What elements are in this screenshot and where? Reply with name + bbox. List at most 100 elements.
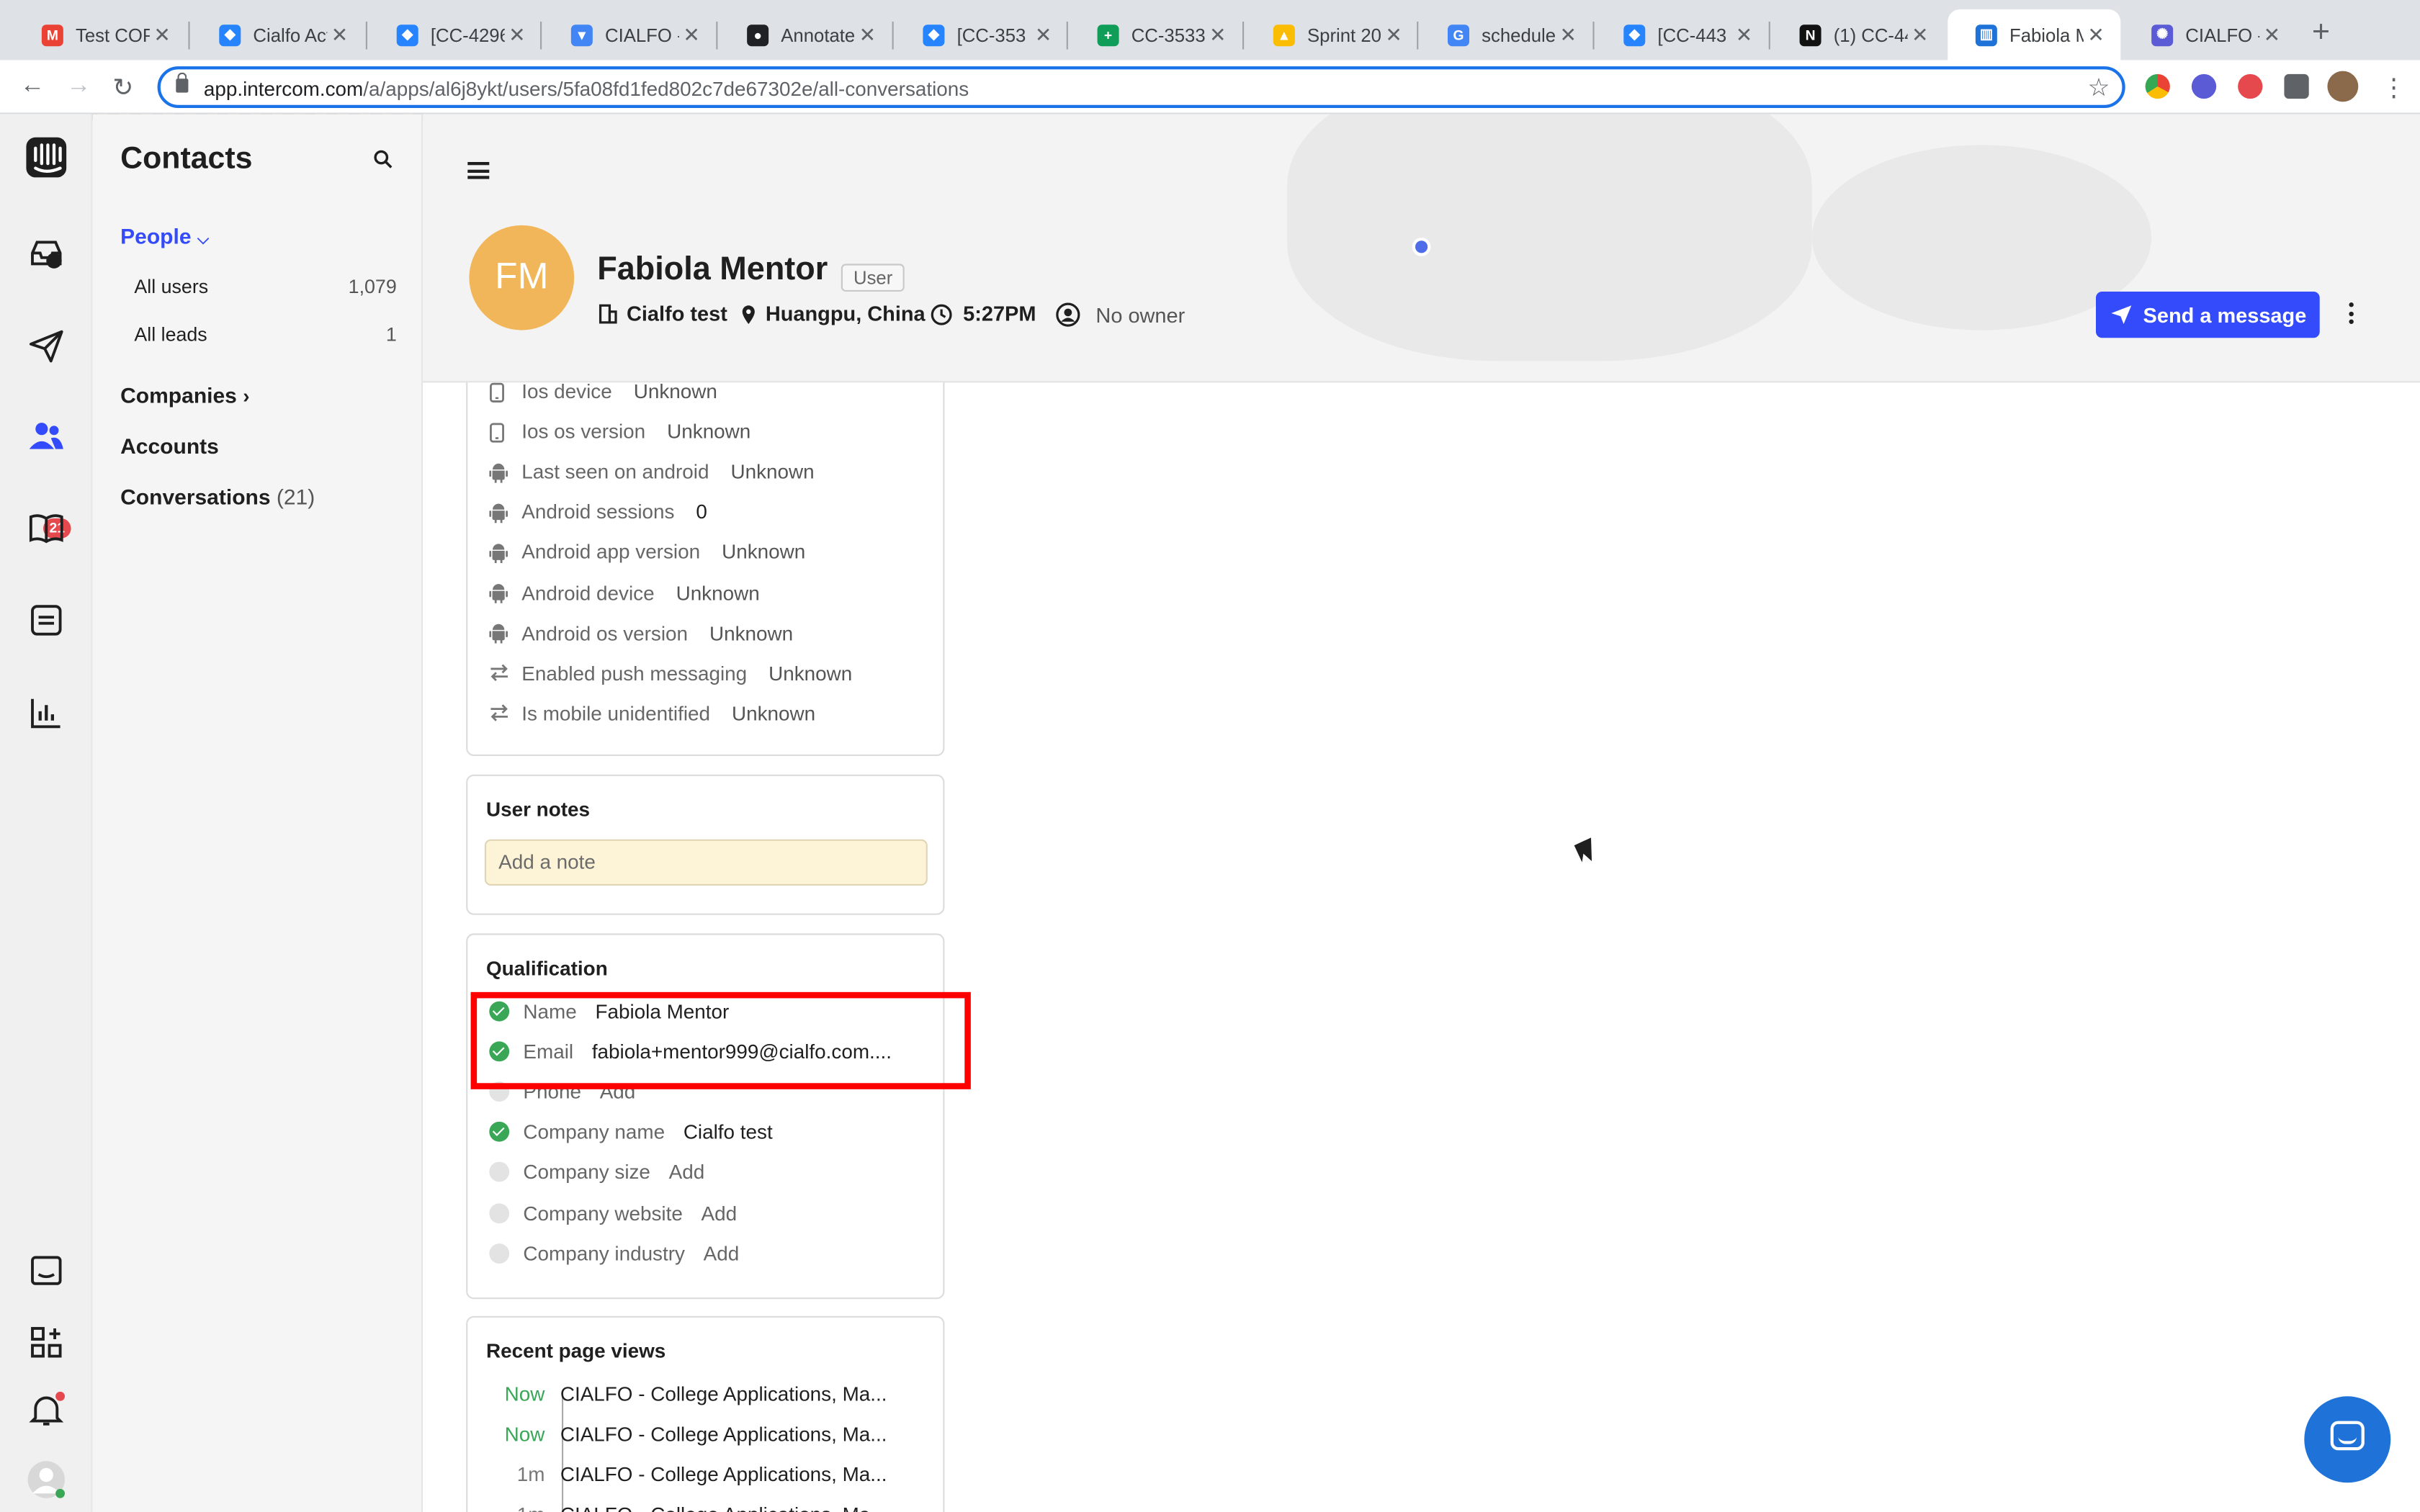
add-value-link[interactable]: Add [669, 1161, 705, 1184]
puzzle-extensions-icon[interactable] [2284, 73, 2309, 99]
sidebar-item-companies[interactable]: Companies › [120, 382, 249, 407]
attribute-value[interactable]: 0 [696, 500, 707, 523]
messenger-launcher-button[interactable] [2304, 1396, 2391, 1483]
close-tab-icon[interactable]: ✕ [327, 22, 351, 47]
close-tab-icon[interactable]: ✕ [855, 22, 879, 47]
browser-tab[interactable]: ▼ CIALFO - ✕ [543, 9, 716, 60]
browser-tab[interactable]: ◆ [CC-4296 ✕ [369, 9, 542, 60]
chrome-extension-icon[interactable] [2145, 73, 2170, 99]
menu-toggle-icon[interactable] [467, 162, 490, 179]
add-value-link[interactable]: Add [704, 1241, 740, 1264]
add-value-link[interactable]: Add [702, 1201, 738, 1224]
qualification-row[interactable]: Company website Add [489, 1201, 737, 1224]
qualification-row[interactable]: Company size Add [489, 1161, 704, 1184]
attribute-value[interactable]: Unknown [768, 662, 852, 685]
reports-icon[interactable] [28, 694, 65, 731]
close-tab-icon[interactable]: ✕ [505, 22, 529, 47]
qualification-row[interactable]: Company name Cialfo test [489, 1120, 773, 1143]
attribute-value[interactable]: Unknown [676, 581, 760, 604]
browser-tab[interactable]: + CC-3533 ✕ [1070, 9, 1242, 60]
send-message-button[interactable]: Send a message [2096, 292, 2320, 338]
browser-tab[interactable]: ▲ Sprint 20. ✕ [1245, 9, 1418, 60]
owner-meta[interactable]: No owner [1056, 302, 1185, 327]
sidebar-item-all-users[interactable]: All users 1,079 [134, 276, 396, 298]
close-tab-icon[interactable]: ✕ [1206, 22, 1230, 47]
reload-icon[interactable]: ↻ [112, 73, 133, 104]
cialfo-extension-icon[interactable] [2191, 73, 2217, 99]
attribute-value[interactable]: Unknown [667, 420, 750, 443]
attribute-row[interactable]: Is mobile unidentified Unknown [489, 702, 815, 725]
chat-icon[interactable] [28, 1253, 65, 1290]
address-bar[interactable]: app.intercom.com/a/apps/al6j8ykt/users/5… [157, 66, 2125, 108]
search-icon[interactable] [374, 150, 393, 168]
apps-icon[interactable] [28, 1324, 65, 1361]
close-tab-icon[interactable]: ✕ [1908, 22, 1932, 47]
attribute-value[interactable]: Unknown [634, 382, 717, 402]
tab-favicon-icon: ▲ [1273, 24, 1295, 46]
close-tab-icon[interactable]: ✕ [1381, 22, 1406, 47]
browser-tab[interactable]: ◆ [CC-353 ✕ [895, 9, 1068, 60]
browser-tab[interactable]: M Test COPY✕ [14, 9, 187, 60]
user-avatar-icon[interactable] [26, 1459, 66, 1500]
attribute-row[interactable]: Ios os version Unknown [489, 420, 750, 443]
page-view-row[interactable]: 1m CIALFO - College Applications, Ma... [486, 1463, 887, 1486]
browser-menu-icon[interactable]: ⋮ [2381, 73, 2406, 104]
add-note-input[interactable]: Add a note [484, 839, 928, 886]
company-meta[interactable]: Cialfo test [599, 302, 727, 325]
attribute-row[interactable]: Android sessions 0 [489, 500, 707, 523]
close-tab-icon[interactable]: ✕ [679, 22, 704, 47]
page-view-row[interactable]: Now CIALFO - College Applications, Ma... [486, 1423, 887, 1446]
page-view-title[interactable]: CIALFO - College Applications, Ma... [560, 1463, 887, 1486]
sidebar-item-all-leads[interactable]: All leads 1 [134, 324, 396, 346]
articles-book-icon[interactable] [28, 509, 65, 546]
page-view-title[interactable]: CIALFO - College Applications, Ma... [560, 1423, 887, 1446]
browser-tab[interactable]: N (1) CC-44 ✕ [1772, 9, 1945, 60]
browser-tab[interactable]: ● Annotate ✕ [720, 9, 892, 60]
attribute-row[interactable]: Ios device Unknown [489, 382, 717, 402]
back-icon[interactable]: ← [20, 73, 45, 101]
bookmark-star-icon[interactable]: ☆ [2088, 73, 2110, 104]
close-tab-icon[interactable]: ✕ [1731, 22, 1756, 47]
profile-name[interactable]: Fabiola Mentor [597, 251, 828, 288]
browser-tab[interactable]: ◆ Cialfo Acti✕ [192, 9, 364, 60]
browser-tab[interactable]: ◆ [CC-443 ✕ [1596, 9, 1769, 60]
attribute-row[interactable]: Enabled push messaging Unknown [489, 662, 852, 685]
attribute-row[interactable]: Android app version Unknown [489, 541, 805, 564]
attribute-value[interactable]: Unknown [709, 621, 793, 644]
close-tab-icon[interactable]: ✕ [2259, 22, 2284, 47]
page-view-title[interactable]: CIALFO - College Applications, Ma... [560, 1382, 887, 1405]
contacts-icon[interactable] [28, 417, 65, 454]
attribute-row[interactable]: Android device Unknown [489, 581, 760, 604]
messages-icon[interactable] [28, 602, 65, 639]
qualification-row[interactable]: Company industry Add [489, 1241, 739, 1264]
new-tab-button[interactable]: + [2312, 15, 2330, 50]
page-view-row[interactable]: Now CIALFO - College Applications, Ma... [486, 1382, 887, 1405]
attribute-row[interactable]: Android os version Unknown [489, 621, 793, 644]
qualification-value[interactable]: Cialfo test [684, 1120, 773, 1143]
browser-tab[interactable]: ▥ Fabiola M ✕ [1948, 9, 2121, 60]
sidebar-item-conversations[interactable]: Conversations (21) [120, 485, 315, 509]
browser-tab[interactable]: Gscheduled✕ [1420, 9, 1592, 60]
attribute-value[interactable]: Unknown [732, 702, 815, 725]
close-tab-icon[interactable]: ✕ [1556, 22, 1580, 47]
people-section-toggle[interactable]: People ⌵ [120, 224, 209, 248]
profile-avatar[interactable] [2327, 71, 2359, 102]
lock-icon[interactable] [176, 72, 189, 93]
recording-extension-icon[interactable] [2238, 73, 2263, 99]
close-tab-icon[interactable]: ✕ [2084, 22, 2108, 47]
close-tab-icon[interactable]: ✕ [150, 22, 174, 47]
page-view-row[interactable]: 1m CIALFO - College Applications, Ma... [486, 1503, 887, 1512]
intercom-logo-icon[interactable] [24, 136, 68, 179]
more-options-icon[interactable] [2349, 302, 2355, 328]
notifications-bell-icon[interactable] [28, 1391, 65, 1428]
forward-icon[interactable]: → [66, 73, 91, 101]
page-view-title[interactable]: CIALFO - College Applications, Ma... [560, 1503, 887, 1512]
sidebar-item-accounts[interactable]: Accounts [120, 433, 219, 458]
close-tab-icon[interactable]: ✕ [1031, 22, 1055, 47]
attribute-row[interactable]: Last seen on android Unknown [489, 460, 815, 483]
inbox-icon[interactable] [28, 235, 65, 271]
attribute-value[interactable]: Unknown [722, 541, 805, 564]
attribute-value[interactable]: Unknown [731, 460, 815, 483]
browser-tab[interactable]: ✺ CIALFO - ✕ [2124, 9, 2297, 60]
outbound-icon[interactable] [28, 327, 65, 364]
